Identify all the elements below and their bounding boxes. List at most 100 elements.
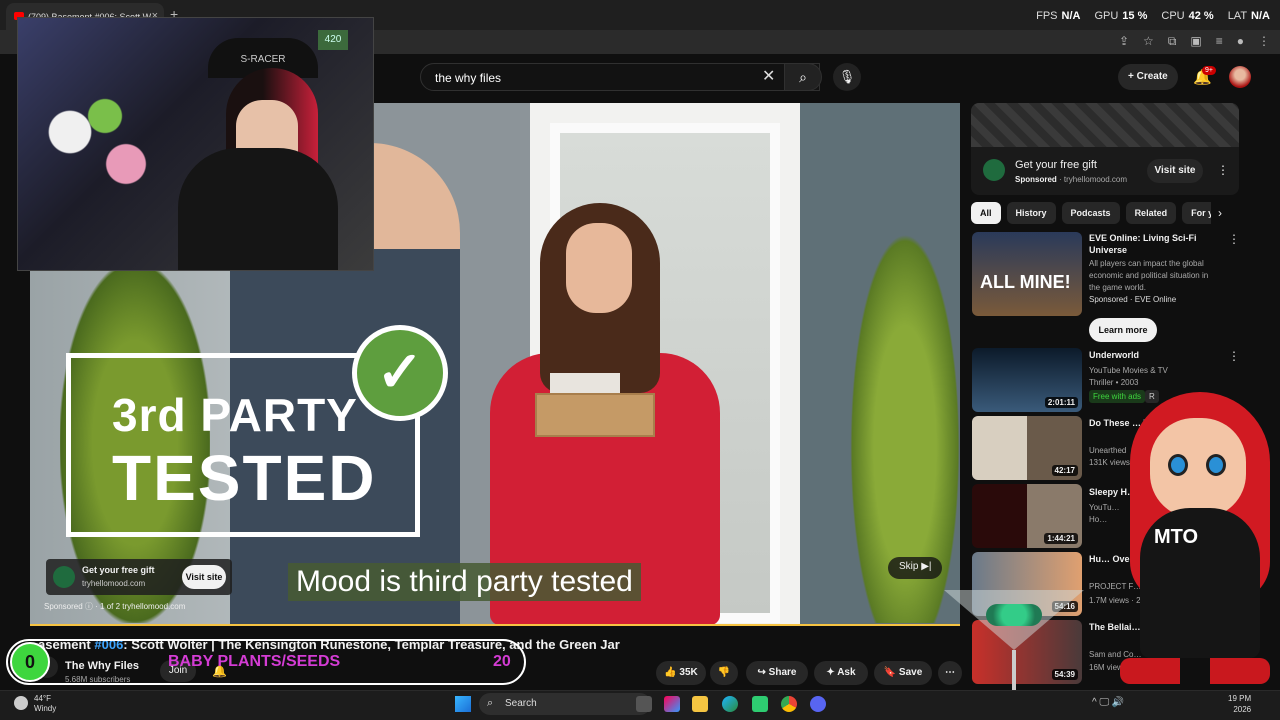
performance-overlay: FPS N/A GPU 15 % CPU 42 % LAT N/A (1036, 10, 1270, 22)
clock-time: 19 PM (1228, 694, 1252, 703)
chip-for-you[interactable]: For you (1182, 202, 1211, 224)
task-view-icon[interactable] (636, 696, 652, 712)
sidebar-video-title[interactable]: EVE Online: Living Sci-Fi Universe (1089, 232, 1219, 256)
mascot-eye (1206, 454, 1226, 476)
tested-badge-line1: 3rd PARTY (112, 389, 358, 441)
ad-visit-site-button[interactable]: Visit site (182, 565, 226, 589)
weather-icon[interactable] (14, 696, 28, 710)
search-button[interactable]: ⌕ (784, 63, 822, 91)
sidebar-video-sponsor: Sponsored · EVE Online (1089, 295, 1177, 304)
split-view-icon[interactable]: ▣ (1190, 34, 1201, 49)
ad-url: tryhellomood.com (82, 579, 146, 588)
video-duration: 1:44:21 (1044, 533, 1078, 544)
chevron-right-icon[interactable]: › (1218, 206, 1222, 220)
discord-icon[interactable] (810, 696, 826, 712)
sidebar-video-description: All players can impact the global econom… (1089, 259, 1209, 292)
app-icon[interactable] (752, 696, 768, 712)
taskbar-search[interactable]: ⌕ Search (479, 693, 651, 715)
checkmark-seal-icon: ✓ (352, 325, 448, 421)
browser-menu-icon[interactable]: ⋮ (1258, 34, 1270, 49)
sidebar-video-channel: YouTube Movies & TV (1089, 366, 1168, 375)
reading-list-icon[interactable]: ≡ (1216, 34, 1223, 49)
streamer-webcam: S-RACER 420 (17, 17, 374, 271)
mascot-shoes (1120, 658, 1270, 684)
video-menu-icon[interactable]: ⋮ (1228, 349, 1240, 363)
chip-history[interactable]: History (1006, 202, 1056, 224)
advertiser-logo-icon (53, 566, 75, 588)
filter-chips: All History Podcasts Related For you (971, 202, 1211, 224)
sidebar-ad-card[interactable]: Get your free gift Sponsored · tryhellom… (971, 103, 1239, 195)
fps-stat: FPS N/A (1036, 10, 1081, 22)
weather-condition: Windy (34, 704, 57, 713)
martini-olives (986, 604, 1042, 626)
edge-browser-icon[interactable] (722, 696, 738, 712)
video-caption: Mood is third party tested (288, 563, 641, 601)
video-duration: 42:17 (1051, 465, 1078, 476)
video-scene-woman-face (566, 223, 632, 313)
browser-toolbar-icons: ⇪ ☆ ⧉ ▣ ≡ ● ⋮ (1119, 34, 1270, 49)
clear-search-icon[interactable]: ✕ (762, 66, 775, 86)
eve-thumbnail-text: ALL MINE! (980, 272, 1071, 292)
sidebar-ad-menu-icon[interactable]: ⋮ (1217, 163, 1229, 177)
sidebar-ad-banner (971, 103, 1239, 147)
ad-sponsored-line: Sponsored ⓘ · 1 of 2 tryhellomood.com (44, 602, 186, 611)
chip-related[interactable]: Related (1125, 202, 1177, 224)
video-menu-icon[interactable]: ⋮ (1228, 232, 1240, 246)
goal-label: BABY PLANTS/SEEDS (168, 653, 341, 670)
sidebar-video-thumbnail[interactable]: ALL MINE! (972, 232, 1082, 316)
search-input[interactable]: the why files (420, 63, 820, 91)
gpu-stat: GPU 15 % (1094, 10, 1148, 22)
chip-all[interactable]: All (971, 202, 1001, 224)
ad-overlay-card[interactable]: Get your free gift tryhellomood.com Visi… (46, 559, 232, 595)
streamer-body (178, 148, 338, 270)
chip-podcasts[interactable]: Podcasts (1061, 202, 1120, 224)
ad-progress-bar[interactable] (30, 624, 960, 626)
advertiser-logo-icon (983, 159, 1005, 181)
clock-date: 2026 (1233, 705, 1252, 714)
mascot-eye (1168, 454, 1188, 476)
video-scene-package (535, 393, 655, 437)
sidebar-video-thumbnail[interactable]: 1:44:21 (972, 484, 1082, 548)
ask-button[interactable]: ✦ Ask (814, 661, 868, 685)
profile-icon[interactable]: ● (1237, 34, 1244, 49)
user-avatar[interactable] (1229, 66, 1251, 88)
start-button-windows-icon[interactable] (455, 696, 471, 712)
system-tray[interactable]: ^ 🖵 🔊 (1092, 697, 1124, 708)
create-button[interactable]: + Create (1118, 64, 1178, 90)
taskbar-search-label: Search (505, 698, 537, 709)
save-button[interactable]: 🔖 Save (874, 661, 932, 685)
mascot-hoodie-text: MTO (1154, 526, 1199, 548)
webcam-plush-toys (28, 68, 168, 228)
tested-badge-line2: TESTED (112, 442, 377, 514)
webcam-sign: 420 (318, 30, 348, 50)
chrome-icon[interactable] (781, 696, 797, 712)
notification-count-badge: 9+ (1202, 66, 1216, 75)
skip-ad-button[interactable]: Skip ▶| (888, 557, 942, 579)
bookmark-star-icon[interactable]: ☆ (1143, 34, 1154, 49)
copilot-icon[interactable] (664, 696, 680, 712)
search-icon: ⌕ (487, 697, 494, 709)
taskbar-clock[interactable]: 19 PM 2026 (1228, 693, 1251, 715)
share-button[interactable]: ↪ Share (746, 661, 808, 685)
sidebar-ad-visit-site-button[interactable]: Visit site (1147, 159, 1203, 183)
learn-more-button[interactable]: Learn more (1089, 318, 1157, 342)
goal-counter-circle: 0 (10, 642, 50, 682)
weather-widget[interactable]: 44°F Windy (34, 694, 56, 714)
install-app-icon[interactable]: ⇪ (1119, 34, 1129, 49)
sidebar-video-thumbnail[interactable]: 42:17 (972, 416, 1082, 480)
extensions-icon[interactable]: ⧉ (1168, 34, 1177, 49)
dislike-button[interactable]: 👎 (710, 661, 738, 685)
mascot-face (1150, 418, 1246, 518)
cpu-stat: CPU 42 % (1161, 10, 1214, 22)
voice-search-button[interactable]: 🎙 (833, 63, 861, 91)
like-button[interactable]: 👍 35K (656, 661, 706, 685)
sidebar-video-thumbnail[interactable]: 2:01:11 (972, 348, 1082, 412)
video-duration: 2:01:11 (1044, 397, 1078, 408)
sidebar-ad-title: Get your free gift (1015, 159, 1097, 171)
lat-stat: LAT N/A (1227, 10, 1270, 22)
file-explorer-icon[interactable] (692, 696, 708, 712)
search-icon: ⌕ (799, 69, 807, 85)
sidebar-video-title[interactable]: Underworld (1089, 349, 1219, 361)
ad-title: Get your free gift (82, 565, 155, 575)
sidebar-ad-meta: Sponsored · tryhellomood.com (1015, 175, 1128, 184)
